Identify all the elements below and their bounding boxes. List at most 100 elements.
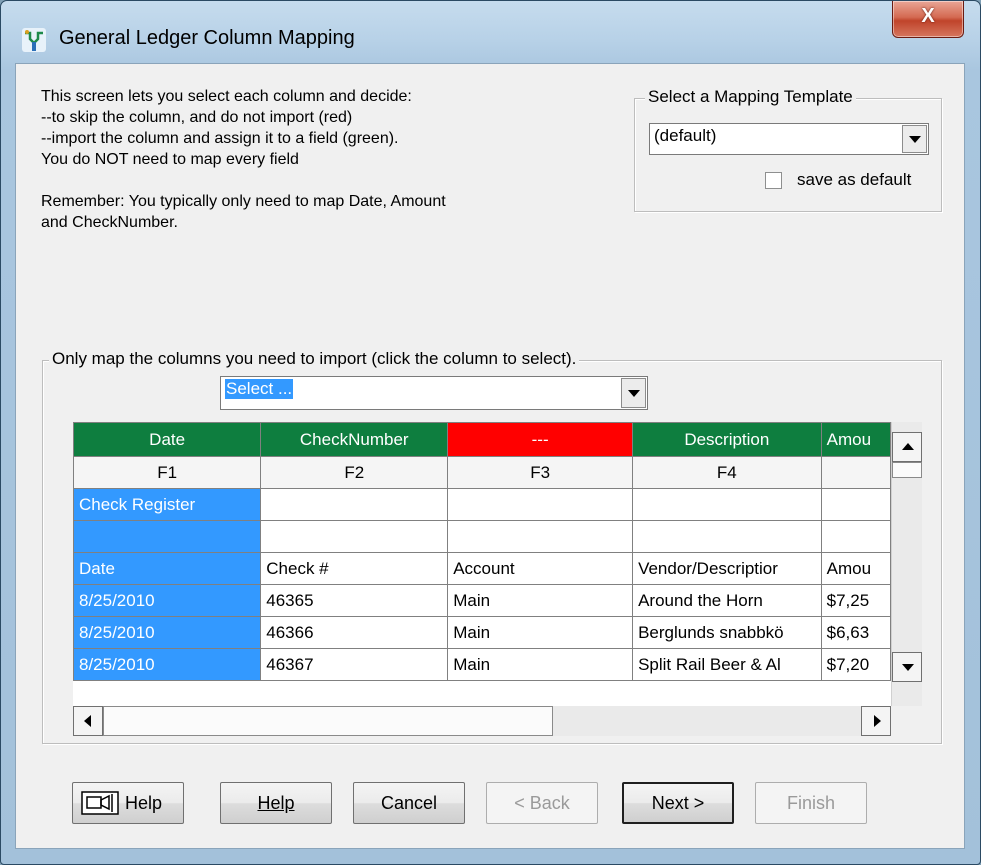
chevron-down-icon [627, 390, 640, 397]
vertical-scrollbar[interactable] [891, 422, 922, 706]
table-row: Check Register [73, 488, 891, 521]
close-button[interactable]: X [892, 1, 964, 38]
table-cell[interactable]: 8/25/2010 [73, 584, 262, 617]
column-mapping-header[interactable]: Amou [820, 422, 891, 457]
next-button[interactable]: Next > [622, 782, 734, 824]
vertical-scroll-thumb[interactable] [892, 462, 922, 478]
table-cell[interactable]: Amou [820, 552, 891, 585]
help-icon-button-label: Help [125, 793, 163, 813]
field-header-row: F1 F2 F3 F4 [73, 456, 891, 489]
table-cell[interactable]: Account [447, 552, 634, 585]
column-mapping-header[interactable]: --- [447, 422, 634, 457]
title-bar[interactable]: General Ledger Column Mapping X [1, 1, 980, 63]
help-button[interactable]: Help [220, 782, 332, 824]
data-grid[interactable]: Date CheckNumber --- Description Amou F1… [73, 422, 891, 706]
field-header[interactable]: F2 [260, 456, 449, 489]
table-cell[interactable]: $7,25 [820, 584, 891, 617]
table-cell[interactable]: Split Rail Beer & Al [632, 648, 822, 681]
field-header[interactable]: F3 [447, 456, 634, 489]
table-row [73, 520, 891, 553]
field-header[interactable] [820, 456, 891, 489]
table-cell[interactable]: Date [73, 552, 262, 585]
grid-table: Date CheckNumber --- Description Amou F1… [73, 422, 891, 681]
instruction-line: You do NOT need to map every field [41, 151, 299, 168]
arrow-down-icon [902, 664, 914, 671]
column-mapping-header[interactable]: Date [73, 422, 262, 457]
table-cell[interactable]: Check # [260, 552, 449, 585]
table-cell[interactable]: Main [447, 584, 634, 617]
scrollbar-corner [891, 706, 921, 736]
cancel-button-label: Cancel [380, 793, 438, 813]
table-cell[interactable] [632, 520, 822, 553]
table-row: 8/25/2010 46365 Main Around the Horn $7,… [73, 584, 891, 617]
app-icon [22, 28, 46, 52]
mapping-header-row: Date CheckNumber --- Description Amou [73, 422, 891, 457]
table-row: Date Check # Account Vendor/Descriptior … [73, 552, 891, 585]
instruction-line: --import the column and assign it to a f… [41, 130, 399, 147]
horizontal-scrollbar[interactable] [73, 706, 891, 736]
table-cell[interactable] [260, 488, 449, 521]
table-cell[interactable]: Berglunds snabbkö [632, 616, 822, 649]
close-icon: X [921, 5, 935, 27]
arrow-left-icon [84, 715, 91, 727]
table-cell[interactable]: $7,20 [820, 648, 891, 681]
table-cell[interactable]: 46367 [260, 648, 449, 681]
next-button-label: Next > [651, 793, 705, 813]
instruction-line: Remember: You typically only need to map… [41, 193, 446, 210]
table-cell[interactable] [820, 488, 891, 521]
arrow-up-icon [902, 443, 914, 450]
dialog-client-area: This screen lets you select each column … [15, 63, 965, 849]
table-cell[interactable]: 8/25/2010 [73, 616, 262, 649]
cancel-button[interactable]: Cancel [353, 782, 465, 824]
scroll-left-button[interactable] [73, 706, 103, 736]
dropdown-button[interactable] [621, 378, 646, 408]
instruction-line: --to skip the column, and do not import … [41, 109, 353, 126]
table-cell[interactable]: 46366 [260, 616, 449, 649]
column-mapping-header[interactable]: CheckNumber [260, 422, 449, 457]
table-cell[interactable]: 46365 [260, 584, 449, 617]
instruction-line: This screen lets you select each column … [41, 88, 412, 105]
mapping-template-value: (default) [654, 126, 717, 145]
table-row: 8/25/2010 46367 Main Split Rail Beer & A… [73, 648, 891, 681]
save-as-default-label: save as default [797, 170, 912, 189]
column-mapping-header[interactable]: Description [632, 422, 822, 457]
table-cell[interactable]: Main [447, 648, 634, 681]
dropdown-button[interactable] [902, 125, 927, 153]
horizontal-scroll-thumb[interactable] [103, 706, 553, 736]
table-cell[interactable] [447, 520, 634, 553]
table-cell[interactable] [632, 488, 822, 521]
table-cell[interactable]: Check Register [73, 488, 262, 521]
arrow-right-icon [874, 715, 881, 727]
finish-button-label: Finish [786, 793, 835, 813]
field-select[interactable]: Select ... [220, 376, 648, 410]
table-cell[interactable] [447, 488, 634, 521]
scroll-right-button[interactable] [861, 706, 891, 736]
table-cell[interactable]: Main [447, 616, 634, 649]
help-icon-button[interactable]: Help [72, 782, 184, 824]
table-cell[interactable]: Around the Horn [632, 584, 822, 617]
back-button-label: < Back [514, 793, 570, 813]
help-button-label: Help [257, 793, 295, 813]
table-cell[interactable] [820, 520, 891, 553]
finish-button[interactable]: Finish [755, 782, 867, 824]
chevron-down-icon [908, 136, 921, 143]
table-cell[interactable]: 8/25/2010 [73, 648, 262, 681]
field-header[interactable]: F4 [632, 456, 822, 489]
table-cell[interactable]: Vendor/Descriptior [632, 552, 822, 585]
instructions-text: This screen lets you select each column … [41, 86, 446, 233]
scroll-up-button[interactable] [892, 432, 922, 462]
save-as-default-checkbox[interactable] [765, 172, 782, 189]
table-cell[interactable] [73, 520, 262, 553]
mapping-template-select[interactable]: (default) [649, 123, 929, 155]
scroll-down-button[interactable] [892, 652, 922, 682]
table-cell[interactable]: $6,63 [820, 616, 891, 649]
instruction-line [41, 170, 446, 191]
help-video-icon [81, 791, 119, 815]
dialog-window: General Ledger Column Mapping X This scr… [0, 0, 981, 865]
mapping-template-group: Select a Mapping Template (default) save… [634, 87, 942, 212]
table-cell[interactable] [260, 520, 449, 553]
back-button[interactable]: < Back [486, 782, 598, 824]
table-row: 8/25/2010 46366 Main Berglunds snabbkö $… [73, 616, 891, 649]
column-mapping-legend: Only map the columns you need to import … [49, 349, 580, 369]
field-header[interactable]: F1 [73, 456, 262, 489]
